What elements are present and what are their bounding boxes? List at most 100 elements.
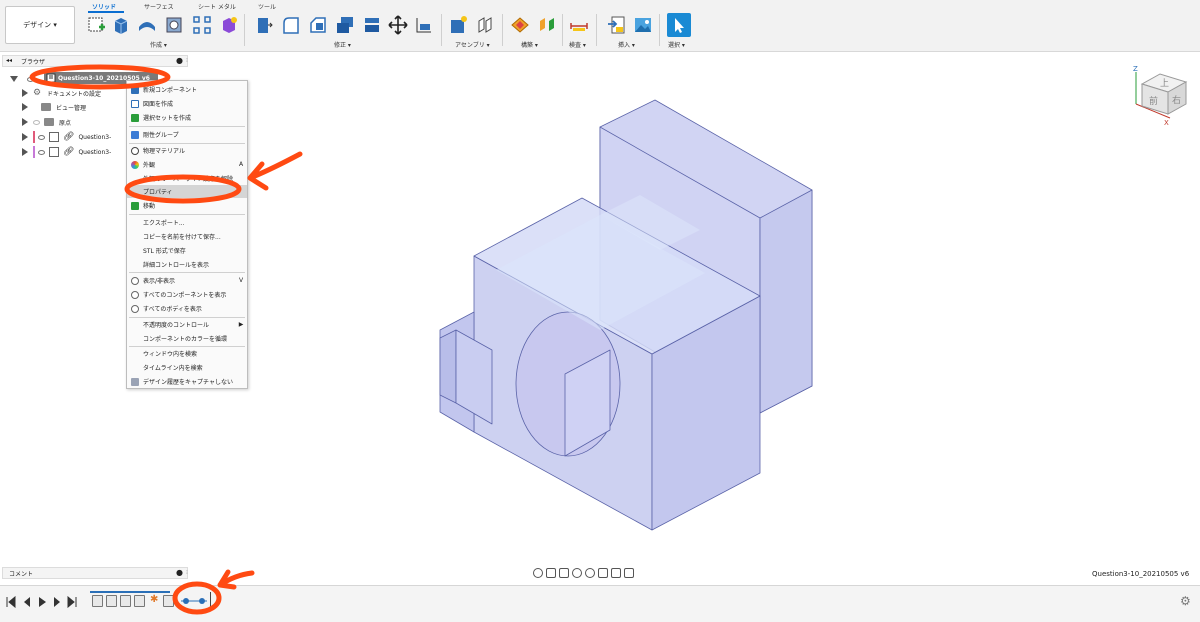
menu-item-rigid-group[interactable]: 剛性グループ — [127, 128, 247, 141]
select-tool-button[interactable] — [667, 13, 691, 37]
combine-icon[interactable] — [362, 15, 382, 35]
timeline-feature[interactable] — [134, 595, 145, 607]
document-name: Question3-10_20210505 v6 — [1092, 570, 1190, 578]
menu-item-move[interactable]: 移動 — [127, 199, 247, 212]
add-comment-icon[interactable]: ● — [176, 568, 183, 577]
menu-item-cycle-component-colors[interactable]: コンポーネントのカラーを循環 — [127, 332, 247, 345]
pattern-icon[interactable] — [192, 15, 212, 35]
sketch-icon[interactable] — [87, 15, 107, 35]
viewports-icon[interactable] — [624, 567, 634, 578]
menu-item-save-stl[interactable]: STL 形式で保存 — [127, 244, 247, 257]
menu-item-show-all-components[interactable]: すべてのコンポーネントを表示 — [127, 288, 247, 301]
model-body[interactable] — [439, 99, 813, 531]
step-forward-icon[interactable] — [52, 596, 62, 608]
menu-item-new-component[interactable]: 新規コンポーネント — [127, 83, 247, 96]
zoom-icon[interactable] — [572, 567, 582, 578]
new-component-icon[interactable] — [448, 15, 468, 35]
play-icon[interactable] — [37, 596, 47, 608]
hole-icon[interactable] — [164, 15, 184, 35]
inspect-group-label[interactable]: 検査 ▾ — [569, 40, 586, 49]
form-icon[interactable] — [219, 15, 239, 35]
menu-item-appearance[interactable]: 外観 A — [127, 158, 247, 171]
revolve-icon[interactable] — [137, 15, 157, 35]
select-icon — [675, 18, 684, 33]
construct-group-label[interactable]: 構築 ▾ — [521, 40, 538, 49]
timeline-feature[interactable] — [120, 595, 131, 607]
press-pull-icon[interactable] — [254, 15, 274, 35]
comments-panel-header[interactable]: コメント ● ⁝ — [2, 567, 188, 579]
menu-item-opacity-control[interactable]: 不透明度のコントロール ▶ — [127, 318, 247, 331]
menu-item-save-copy-as[interactable]: コピーを名前を付けて保存... — [127, 230, 247, 243]
panel-expand-icon[interactable]: ⁝ — [186, 569, 188, 576]
timeline-feature[interactable] — [163, 595, 174, 607]
timeline-progress — [90, 591, 170, 593]
align-icon[interactable] — [414, 15, 434, 35]
zoom-window-icon[interactable] — [585, 567, 595, 578]
joint-timeline-icon[interactable] — [180, 595, 208, 607]
modify-group-label[interactable]: 修正 ▾ — [334, 40, 351, 49]
pin-icon[interactable]: ✱ — [150, 594, 158, 605]
eye-icon — [131, 304, 139, 313]
active-tab-indicator — [88, 11, 124, 13]
insert-group-label[interactable]: 挿入 ▾ — [618, 40, 635, 49]
menu-item-show-hide[interactable]: 表示/非表示 V — [127, 274, 247, 287]
look-at-icon[interactable] — [546, 567, 556, 578]
timeline-feature[interactable] — [106, 595, 117, 607]
workspace-dropdown[interactable]: デザイン ▾ — [5, 6, 75, 44]
orbit-icon[interactable] — [533, 567, 543, 578]
extrude-icon[interactable] — [111, 15, 131, 35]
eye-icon — [131, 276, 139, 285]
timeline-feature[interactable] — [92, 595, 103, 607]
viewcube[interactable]: Z X 上 前 右 — [1130, 64, 1194, 126]
drawing-icon — [131, 99, 139, 108]
tab-solid[interactable]: ソリッド — [92, 2, 116, 11]
tab-surface[interactable]: サーフェス — [144, 2, 174, 11]
assemble-group-label[interactable]: アセンブリ ▾ — [455, 40, 490, 49]
select-group-label[interactable]: 選択 ▾ — [668, 40, 685, 49]
viewcube-top-label: 上 — [1160, 78, 1169, 89]
timeline-settings-gear-icon[interactable]: ⚙ — [1180, 594, 1191, 608]
menu-item-create-selection-set[interactable]: 選択セットを作成 — [127, 111, 247, 124]
toolbar-divider — [502, 14, 503, 46]
grid-snaps-icon[interactable] — [611, 567, 621, 578]
toolbar-divider — [441, 14, 442, 46]
create-group-label[interactable]: 作成 ▾ — [150, 40, 167, 49]
menu-item-create-drawing[interactable]: 図面を作成 — [127, 97, 247, 110]
insert-image-icon[interactable] — [633, 15, 653, 35]
fusion-app-window: デザイン ▾ ソリッド サーフェス シート メタル ツール 作成 ▾ 修正 ▾ … — [0, 0, 1200, 622]
menu-item-find-in-timeline[interactable]: タイムライン内を検索 — [127, 361, 247, 374]
step-back-icon[interactable] — [22, 596, 32, 608]
offset-plane-icon[interactable] — [510, 15, 530, 35]
insert-derive-icon[interactable] — [607, 15, 627, 35]
tab-tools[interactable]: ツール — [258, 2, 276, 11]
menu-separator — [129, 272, 245, 273]
menu-item-find-in-window[interactable]: ウィンドウ内を検索 — [127, 347, 247, 360]
display-settings-icon[interactable] — [598, 567, 608, 578]
menu-item-show-detail-controls[interactable]: 詳細コントロールを表示 — [127, 258, 247, 271]
go-to-end-icon[interactable] — [67, 596, 77, 608]
measure-icon[interactable] — [569, 15, 589, 35]
material-icon — [131, 146, 139, 155]
menu-item-physical-material[interactable]: 物理マテリアル — [127, 144, 247, 157]
joint-icon[interactable] — [475, 15, 495, 35]
go-to-start-icon[interactable] — [6, 596, 16, 608]
move-icon — [131, 201, 139, 210]
move-icon[interactable] — [388, 15, 408, 35]
menu-item-show-all-bodies[interactable]: すべてのボディを表示 — [127, 302, 247, 315]
menu-item-properties[interactable]: プロパティ — [127, 185, 247, 198]
fillet-icon[interactable] — [281, 15, 301, 35]
midplane-icon[interactable] — [537, 15, 557, 35]
menu-item-do-not-capture-history[interactable]: デザイン履歴をキャプチャしない — [127, 375, 247, 388]
tab-sheet-metal[interactable]: シート メタル — [198, 2, 236, 11]
main-toolbar: デザイン ▾ ソリッド サーフェス シート メタル ツール 作成 ▾ 修正 ▾ … — [0, 0, 1200, 52]
viewcube-axis-z: Z — [1133, 65, 1138, 73]
chamfer-icon[interactable] — [308, 15, 328, 35]
timeline-marker[interactable] — [210, 592, 211, 610]
shell-icon[interactable] — [335, 15, 355, 35]
menu-item-remove-override[interactable]: 外観のオーバーライド設定を解除 — [127, 172, 247, 185]
toolbar-divider — [659, 14, 660, 46]
menu-item-export[interactable]: エクスポート... — [127, 216, 247, 229]
pan-icon[interactable] — [559, 567, 569, 578]
new-component-icon — [131, 85, 139, 94]
viewcube-axis-x: X — [1164, 119, 1169, 126]
